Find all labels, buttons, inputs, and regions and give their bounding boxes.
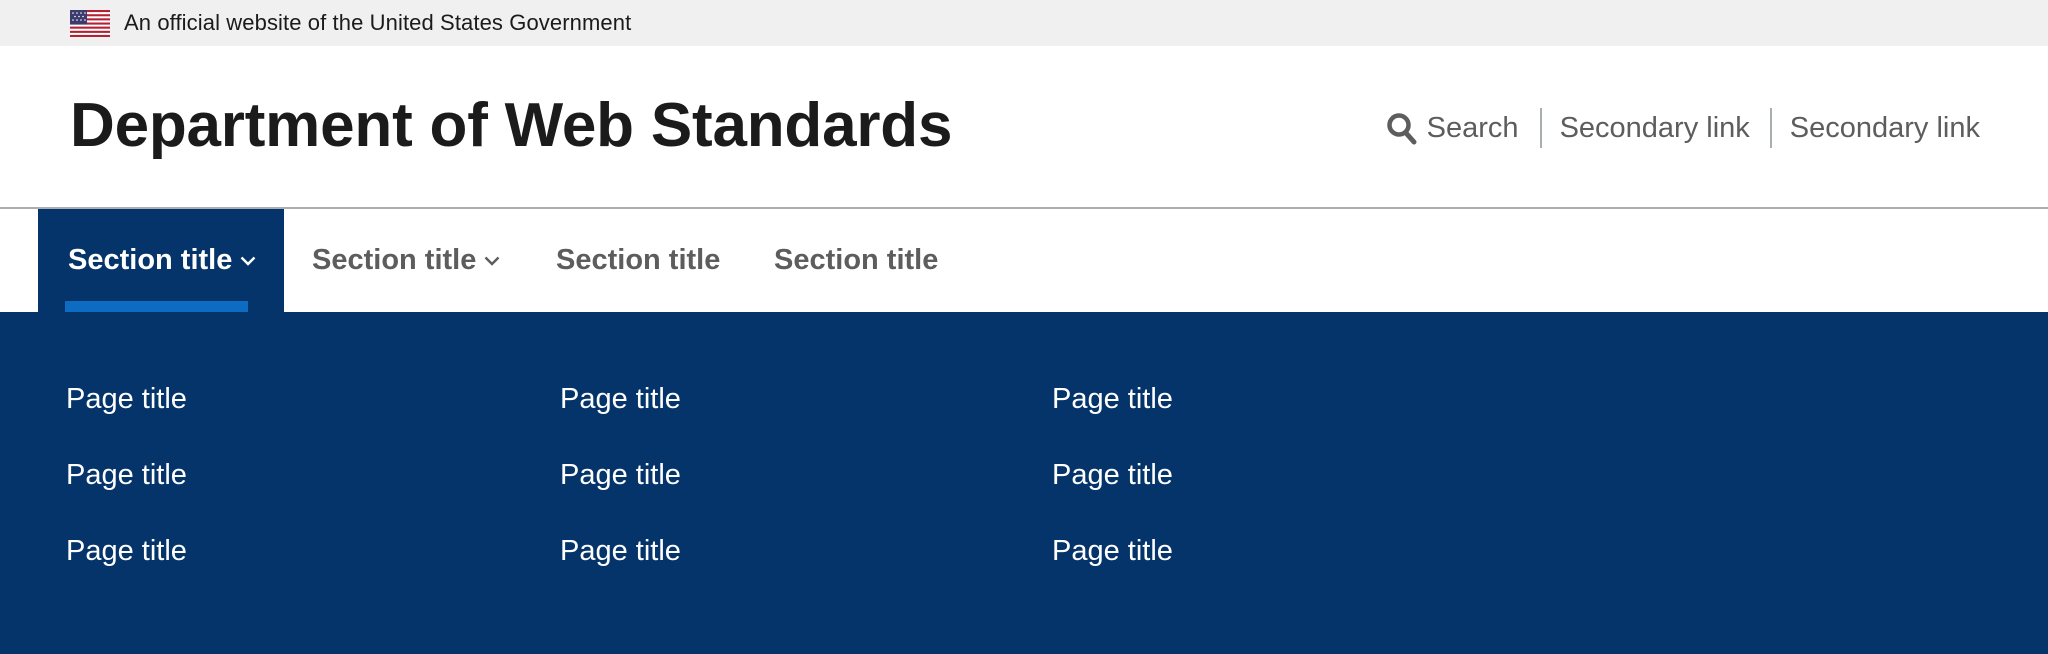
megamenu-link[interactable]: Page title: [560, 459, 681, 535]
chevron-up-icon: [241, 256, 256, 266]
site-title[interactable]: Department of Web Standards: [70, 90, 952, 161]
search-icon: [1386, 112, 1417, 144]
megamenu-link[interactable]: Page title: [1052, 459, 1173, 535]
megamenu-column-3: Page title Page title Page title: [1052, 383, 1173, 611]
nav-section-2-label: Section title: [312, 244, 477, 276]
megamenu-link[interactable]: Page title: [66, 535, 187, 611]
site-header: Department of Web Standards Search Secon…: [0, 46, 2048, 209]
nav-section-3[interactable]: Section title: [556, 209, 720, 312]
megamenu-column-1: Page title Page title Page title: [66, 383, 187, 611]
megamenu: Page title Page title Page title Page ti…: [0, 312, 2048, 654]
active-indicator: [65, 301, 248, 312]
search-link[interactable]: Search: [1386, 112, 1540, 145]
megamenu-link[interactable]: Page title: [1052, 383, 1173, 459]
official-banner-text: An official website of the United States…: [124, 10, 632, 35]
primary-nav: Section title Section title Section titl…: [0, 209, 2048, 312]
nav-section-4-label: Section title: [774, 244, 939, 276]
megamenu-link[interactable]: Page title: [560, 535, 681, 611]
megamenu-column-2: Page title Page title Page title: [560, 383, 681, 611]
megamenu-link[interactable]: Page title: [1052, 535, 1173, 611]
nav-section-4[interactable]: Section title: [774, 209, 938, 312]
nav-section-3-label: Section title: [556, 244, 721, 276]
secondary-link-2[interactable]: Secondary link: [1769, 108, 1980, 148]
megamenu-link[interactable]: Page title: [560, 383, 681, 459]
megamenu-link[interactable]: Page title: [66, 383, 187, 459]
nav-section-1-label: Section title: [68, 244, 233, 276]
secondary-link-1[interactable]: Secondary link: [1539, 108, 1770, 148]
nav-section-1[interactable]: Section title: [38, 209, 284, 312]
secondary-nav: Search Secondary link Secondary link: [1386, 106, 1980, 150]
chevron-down-icon: [485, 256, 500, 266]
official-banner: An official website of the United States…: [0, 0, 2048, 46]
us-flag-icon: [70, 9, 110, 37]
nav-section-2[interactable]: Section title: [312, 209, 500, 312]
megamenu-link[interactable]: Page title: [66, 459, 187, 535]
search-label: Search: [1426, 111, 1519, 144]
